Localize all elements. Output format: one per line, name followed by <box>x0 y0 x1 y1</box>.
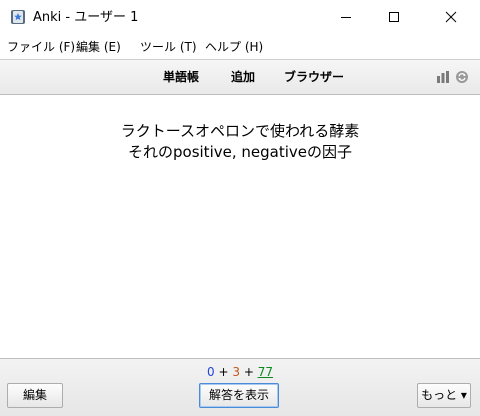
sync-icon[interactable] <box>455 70 469 84</box>
main-toolbar: 単語帳 追加 ブラウザー <box>0 59 480 95</box>
more-button[interactable]: もっと ▾ <box>417 383 471 408</box>
show-answer-button[interactable]: 解答を表示 <box>199 383 279 408</box>
new-count: 0 <box>207 365 215 379</box>
close-icon <box>445 11 457 23</box>
count-separator: + <box>240 365 258 379</box>
stats-icon[interactable] <box>436 70 450 84</box>
learn-count: 3 <box>232 365 240 379</box>
maximize-icon <box>389 12 399 22</box>
menu-bar: ファイル (F) 編集 (E) ツール (T) ヘルプ (H) <box>0 35 480 59</box>
review-count: 77 <box>257 365 273 379</box>
due-counts: 0 + 3 + 77 <box>0 365 480 379</box>
close-button[interactable] <box>428 0 474 35</box>
menu-help[interactable]: ヘルプ (H) <box>205 40 263 54</box>
edit-button[interactable]: 編集 <box>7 383 63 408</box>
menu-edit[interactable]: 編集 (E) <box>76 40 121 54</box>
card-question-line: ラクトースオペロンで使われる酵素 <box>120 122 360 140</box>
card-content: ラクトースオペロンで使われる酵素 それのpositive, negativeの因… <box>0 95 480 358</box>
decks-link[interactable]: 単語帳 <box>163 70 199 84</box>
menu-tools[interactable]: ツール (T) <box>140 40 197 54</box>
maximize-button[interactable] <box>371 0 417 35</box>
menu-file[interactable]: ファイル (F) <box>7 40 75 54</box>
minimize-icon <box>341 17 351 18</box>
window-title: Anki - ユーザー 1 <box>33 10 139 25</box>
add-link[interactable]: 追加 <box>231 70 255 84</box>
bottom-bar: 0 + 3 + 77 編集 解答を表示 もっと ▾ <box>0 358 480 416</box>
anki-star-icon <box>10 9 26 25</box>
minimize-button[interactable] <box>323 0 369 35</box>
title-bar: Anki - ユーザー 1 <box>0 0 480 35</box>
count-separator: + <box>214 365 233 379</box>
card-question-line: それのpositive, negativeの因子 <box>128 143 352 161</box>
browse-link[interactable]: ブラウザー <box>284 70 344 84</box>
